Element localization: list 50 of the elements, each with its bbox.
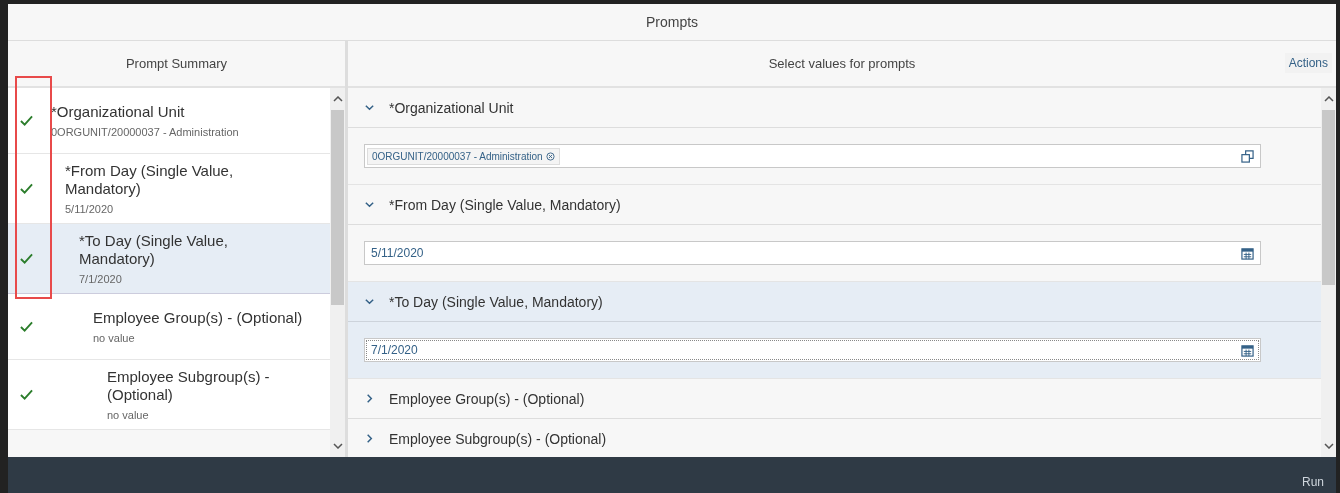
input-field[interactable]: 7/1/2020	[364, 338, 1261, 362]
window-title: Prompts	[8, 4, 1336, 41]
scrollbar[interactable]	[1321, 88, 1336, 457]
actions-button[interactable]: Actions	[1284, 53, 1332, 73]
section-header[interactable]: *Organizational Unit	[348, 88, 1321, 128]
prompt-label: *From Day (Single Value, Mandatory)	[65, 162, 235, 198]
section-title: *From Day (Single Value, Mandatory)	[389, 196, 621, 213]
scroll-up-icon[interactable]	[332, 96, 343, 102]
summary-item[interactable]: *Organizational Unit 0ORGUNIT/20000037 - Administration	[8, 88, 330, 154]
summary-item[interactable]: *From Day (Single Value, Mandatory) 5/11/2020	[8, 154, 330, 224]
value-help-icon[interactable]	[1241, 149, 1254, 163]
scroll-up-icon[interactable]	[1323, 96, 1334, 102]
prompt-label: Employee Group(s) - (Optional)	[93, 309, 303, 327]
chevron-icon	[364, 433, 375, 444]
prompt-value: 7/1/2020	[79, 273, 123, 285]
section-title: Employee Subgroup(s) - (Optional)	[389, 430, 607, 447]
prompt-value: 0ORGUNIT/20000037 - Administration	[51, 126, 239, 138]
summary-item[interactable]: Employee Subgroup(s) - (Optional) no value	[8, 360, 330, 430]
calendar-icon[interactable]	[1241, 343, 1254, 357]
chevron-icon	[364, 393, 375, 404]
field-value: 7/1/2020	[370, 343, 418, 357]
panel-title: Select values for prompts	[768, 56, 916, 71]
scroll-down-icon[interactable]	[332, 443, 343, 449]
prompt-value: no value	[93, 332, 136, 344]
scrollbar[interactable]	[330, 88, 345, 457]
input-field[interactable]: 0ORGUNIT/20000037 - Administration	[364, 144, 1261, 168]
section-header[interactable]: Employee Group(s) - (Optional)	[348, 379, 1321, 419]
summary-item[interactable]: *To Day (Single Value, Mandatory) 7/1/2020	[8, 224, 330, 294]
section-header[interactable]: *To Day (Single Value, Mandatory)	[348, 282, 1321, 322]
panel-title: Prompt Summary	[125, 56, 228, 71]
section-title: Employee Group(s) - (Optional)	[389, 390, 585, 407]
chevron-icon	[364, 102, 375, 113]
field-value: 5/11/2020	[370, 246, 424, 260]
calendar-icon[interactable]	[1241, 246, 1254, 260]
section-title: *Organizational Unit	[389, 99, 514, 116]
value-token[interactable]: 0ORGUNIT/20000037 - Administration	[367, 147, 560, 165]
chevron-icon	[364, 296, 375, 307]
section-header[interactable]: *From Day (Single Value, Mandatory)	[348, 185, 1321, 225]
scroll-down-icon[interactable]	[1323, 443, 1334, 449]
summary-item[interactable]: Employee Group(s) - (Optional) no value	[8, 294, 330, 360]
prompt-value: no value	[107, 409, 150, 421]
chevron-icon	[364, 199, 375, 210]
prompt-label: Employee Subgroup(s) - (Optional)	[107, 368, 271, 404]
remove-icon[interactable]	[545, 151, 555, 161]
input-field[interactable]: 5/11/2020	[364, 241, 1261, 265]
prompt-label: *Organizational Unit	[51, 103, 186, 121]
prompt-value: 5/11/2020	[65, 203, 115, 215]
run-button[interactable]: Run	[1290, 471, 1336, 493]
prompt-label: *To Day (Single Value, Mandatory)	[79, 232, 229, 268]
section-title: *To Day (Single Value, Mandatory)	[389, 293, 603, 310]
